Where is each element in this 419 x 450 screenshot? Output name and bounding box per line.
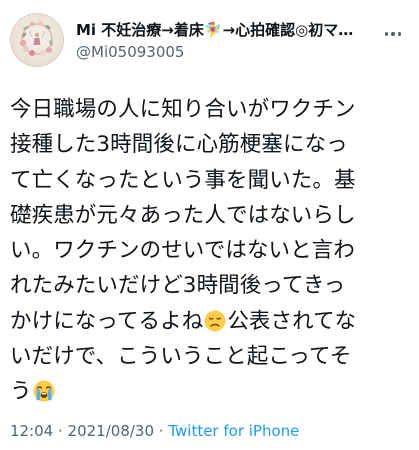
tweet-card: Mi 不妊治療→着床🧚‍♀️→心拍確認◎初マ… @Mi05093005 今日職場…	[0, 0, 419, 450]
tweet-line-part: かけになってるよね	[10, 308, 204, 334]
author-names: Mi 不妊治療→着床🧚‍♀️→心拍確認◎初マ… @Mi05093005	[76, 21, 386, 62]
meta-separator: ·	[154, 422, 169, 440]
display-name[interactable]: Mi 不妊治療→着床🧚‍♀️→心拍確認◎初マ…	[76, 21, 386, 40]
meta-separator: ·	[53, 422, 68, 440]
more-options-icon-dot	[391, 32, 395, 36]
user-handle[interactable]: @Mi05093005	[76, 42, 386, 62]
floral-wreath-icon	[19, 20, 53, 56]
tweet-line-with-emoji: う	[10, 374, 412, 409]
tweet-time[interactable]: 12:04	[10, 422, 53, 440]
tweet-date[interactable]: 2021/08/30	[68, 422, 154, 440]
tweet-line: 接種した3時間後に心筋梗塞になっ	[10, 132, 348, 158]
tweet-line-part: う	[10, 379, 32, 405]
more-options-icon	[384, 32, 389, 36]
loudly-crying-face-emoji-icon	[33, 380, 55, 402]
tweet-source-link[interactable]: Twitter for iPhone	[168, 422, 299, 440]
tweet-metadata: 12:04 · 2021/08/30 · Twitter for iPhone	[10, 421, 299, 441]
tweet-header: Mi 不妊治療→着床🧚‍♀️→心拍確認◎初マ… @Mi05093005	[10, 13, 410, 67]
tweet-line: 今日職場の人に知り合いがワクチン	[10, 97, 356, 122]
tweet-text: 今日職場の人に知り合いがワクチン 接種した3時間後に心筋梗塞になっ て亡くなった…	[10, 92, 412, 410]
more-options-icon-dot	[397, 32, 402, 36]
more-options-button[interactable]	[378, 25, 408, 43]
avatar[interactable]	[10, 13, 64, 67]
tweet-line-part: 公表されてな	[227, 308, 357, 334]
disappointed-face-emoji-icon	[204, 310, 226, 332]
tweet-line: て亡くなったという事を聞いた。基	[10, 167, 356, 193]
tweet-line: れたみたいだけど3時間後ってきっ	[10, 273, 346, 299]
tweet-line: いだけで、こういうこと起こってそ	[10, 344, 352, 370]
tweet-line-with-emoji: かけになってるよね 公表されてな	[10, 304, 412, 339]
tweet-line: 礎疾患が元々あった人ではないらし	[10, 202, 356, 228]
tweet-line: い。ワクチンのせいではないと言わ	[10, 238, 355, 264]
